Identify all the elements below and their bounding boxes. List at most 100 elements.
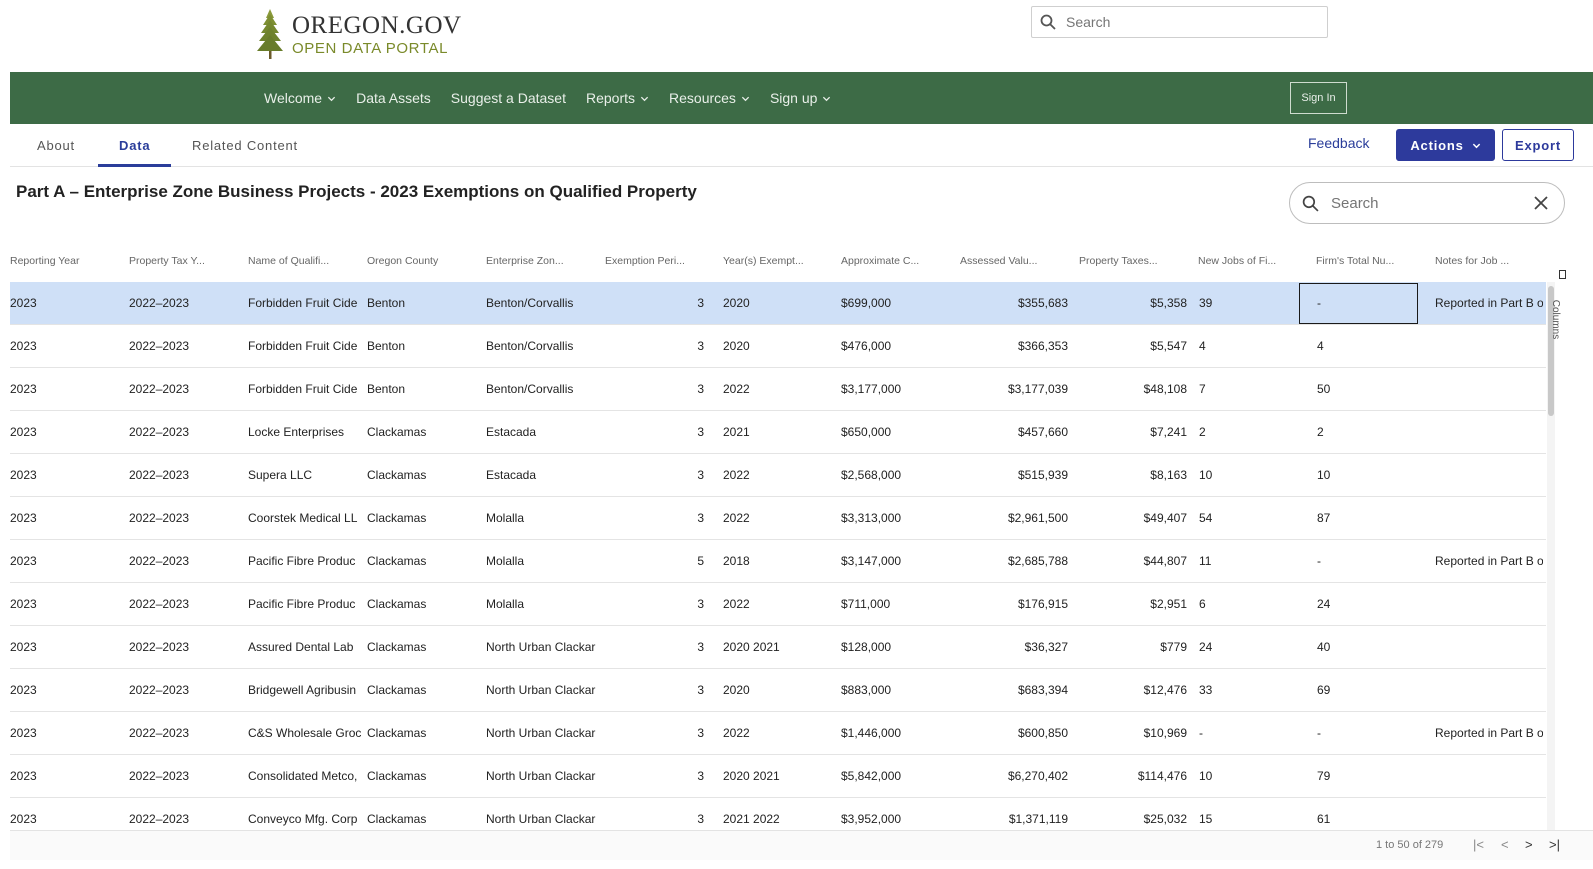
table-cell[interactable]: Benton xyxy=(367,282,479,324)
table-cell[interactable]: 2 xyxy=(1199,411,1311,453)
table-cell[interactable]: $457,660 xyxy=(960,411,1068,453)
column-header[interactable]: Property Taxes... xyxy=(1079,240,1189,282)
table-cell[interactable]: Clackamas xyxy=(367,755,479,797)
table-cell[interactable]: 2020 2021 xyxy=(723,755,835,797)
table-cell[interactable]: 3 xyxy=(605,669,704,711)
table-cell[interactable]: 3 xyxy=(605,583,704,625)
table-cell[interactable]: 2022–2023 xyxy=(129,626,241,668)
table-row[interactable]: 2023 2022–2023 C&S Wholesale Groc Clackamas… xyxy=(10,712,1546,755)
table-cell[interactable]: 7 xyxy=(1199,368,1311,410)
table-cell[interactable]: $3,952,000 xyxy=(841,798,953,830)
table-cell[interactable]: 2023 xyxy=(10,540,122,582)
table-cell[interactable]: Reported in Part B o xyxy=(1435,712,1543,754)
table-cell[interactable]: 24 xyxy=(1317,583,1429,625)
table-cell[interactable]: Consolidated Metco, xyxy=(248,755,364,797)
table-cell[interactable] xyxy=(1435,368,1543,410)
table-cell[interactable] xyxy=(1435,755,1543,797)
table-cell[interactable]: 2023 xyxy=(10,497,122,539)
table-cell[interactable]: $2,951 xyxy=(1079,583,1187,625)
close-icon[interactable] xyxy=(1532,194,1550,212)
table-cell[interactable]: $176,915 xyxy=(960,583,1068,625)
table-cell[interactable] xyxy=(1435,583,1543,625)
table-cell[interactable] xyxy=(1435,454,1543,496)
column-header[interactable]: Firm's Total Nu... xyxy=(1316,240,1428,282)
table-cell[interactable]: 2022–2023 xyxy=(129,798,241,830)
table-cell[interactable]: $883,000 xyxy=(841,669,953,711)
column-header[interactable]: Notes for Job ... xyxy=(1435,240,1543,282)
nav-item-suggest-a-dataset[interactable]: Suggest a Dataset xyxy=(451,90,566,106)
table-cell[interactable]: Pacific Fibre Produc xyxy=(248,583,364,625)
column-header[interactable]: Exemption Peri... xyxy=(605,240,706,282)
table-cell[interactable]: Estacada xyxy=(486,454,598,496)
table-cell[interactable]: 2 xyxy=(1317,411,1429,453)
table-cell[interactable]: $779 xyxy=(1079,626,1187,668)
nav-item-reports[interactable]: Reports xyxy=(586,90,649,106)
table-row[interactable]: 2023 2022–2023 Pacific Fibre Produc Clackam… xyxy=(10,540,1546,583)
column-header[interactable]: Reporting Year xyxy=(10,240,122,282)
table-cell[interactable]: Clackamas xyxy=(367,798,479,830)
table-cell[interactable]: 10 xyxy=(1199,755,1311,797)
table-cell[interactable]: Molalla xyxy=(486,583,598,625)
table-cell[interactable]: 3 xyxy=(605,798,704,830)
table-cell[interactable]: Assured Dental Lab xyxy=(248,626,364,668)
table-cell[interactable]: 2023 xyxy=(10,626,122,668)
feedback-link[interactable]: Feedback xyxy=(1308,135,1369,151)
site-search-input[interactable] xyxy=(1066,14,1306,30)
table-cell[interactable]: Clackamas xyxy=(367,454,479,496)
oregon-logo[interactable]: OREGON.GOV OPEN DATA PORTAL xyxy=(256,8,462,60)
table-cell[interactable]: Clackamas xyxy=(367,626,479,668)
table-cell[interactable]: Supera LLC xyxy=(248,454,364,496)
table-cell[interactable]: 2022–2023 xyxy=(129,454,241,496)
table-row[interactable]: 2023 2022–2023 Pacific Fibre Produc Clackam… xyxy=(10,583,1546,626)
table-cell[interactable]: 2023 xyxy=(10,454,122,496)
table-cell[interactable]: $2,961,500 xyxy=(960,497,1068,539)
table-cell[interactable]: 10 xyxy=(1317,454,1429,496)
table-cell[interactable]: 6 xyxy=(1199,583,1311,625)
table-cell[interactable]: $49,407 xyxy=(1079,497,1187,539)
table-cell[interactable]: $2,568,000 xyxy=(841,454,953,496)
column-header[interactable]: Approximate C... xyxy=(841,240,953,282)
table-cell[interactable]: - xyxy=(1199,712,1311,754)
table-cell[interactable]: Clackamas xyxy=(367,540,479,582)
table-cell[interactable]: 3 xyxy=(605,755,704,797)
table-row[interactable]: 2023 2022–2023 Supera LLC Clackamas Estacada… xyxy=(10,454,1546,497)
table-cell[interactable]: $355,683 xyxy=(960,282,1068,324)
table-cell[interactable]: $7,241 xyxy=(1079,411,1187,453)
table-cell[interactable]: Clackamas xyxy=(367,712,479,754)
previous-page-button[interactable]: < xyxy=(1501,837,1509,852)
table-cell[interactable]: Benton xyxy=(367,325,479,367)
column-header[interactable]: New Jobs of Fi... xyxy=(1198,240,1310,282)
table-cell[interactable]: Locke Enterprises xyxy=(248,411,364,453)
table-cell[interactable]: 2022–2023 xyxy=(129,755,241,797)
table-cell[interactable]: 2022–2023 xyxy=(129,540,241,582)
table-cell[interactable]: $711,000 xyxy=(841,583,953,625)
table-row[interactable]: 2023 2022–2023 Locke Enterprises Clackamas E… xyxy=(10,411,1546,454)
nav-item-data-assets[interactable]: Data Assets xyxy=(356,90,431,106)
table-cell[interactable]: $1,371,119 xyxy=(960,798,1068,830)
table-cell[interactable]: 61 xyxy=(1317,798,1429,830)
table-cell[interactable]: North Urban Clackar xyxy=(486,669,598,711)
table-cell[interactable]: 4 xyxy=(1317,325,1429,367)
nav-item-resources[interactable]: Resources xyxy=(669,90,750,106)
table-row[interactable]: 2023 2022–2023 Forbidden Fruit Cide Benton B… xyxy=(10,325,1546,368)
table-cell[interactable]: 2018 xyxy=(723,540,835,582)
table-search-input[interactable] xyxy=(1331,194,1521,212)
table-cell[interactable]: 3 xyxy=(605,411,704,453)
table-cell[interactable]: Clackamas xyxy=(367,669,479,711)
table-cell[interactable]: 2023 xyxy=(10,755,122,797)
table-cell[interactable] xyxy=(1435,325,1543,367)
table-cell[interactable]: 2022–2023 xyxy=(129,282,241,324)
table-cell[interactable]: 2020 xyxy=(723,669,835,711)
table-cell[interactable]: 2023 xyxy=(10,669,122,711)
table-cell[interactable]: 54 xyxy=(1199,497,1311,539)
tab-data[interactable]: Data xyxy=(119,124,150,167)
table-cell[interactable]: 2022–2023 xyxy=(129,583,241,625)
table-cell[interactable]: 24 xyxy=(1199,626,1311,668)
table-row[interactable]: 2023 2022–2023 Coorstek Medical LL Clackama… xyxy=(10,497,1546,540)
table-cell[interactable]: 2022–2023 xyxy=(129,712,241,754)
table-cell[interactable]: 2023 xyxy=(10,325,122,367)
table-cell[interactable]: 2021 2022 xyxy=(723,798,835,830)
table-cell[interactable]: 2022 xyxy=(723,368,835,410)
table-cell[interactable]: North Urban Clackar xyxy=(486,755,598,797)
table-search-box[interactable] xyxy=(1289,182,1565,224)
